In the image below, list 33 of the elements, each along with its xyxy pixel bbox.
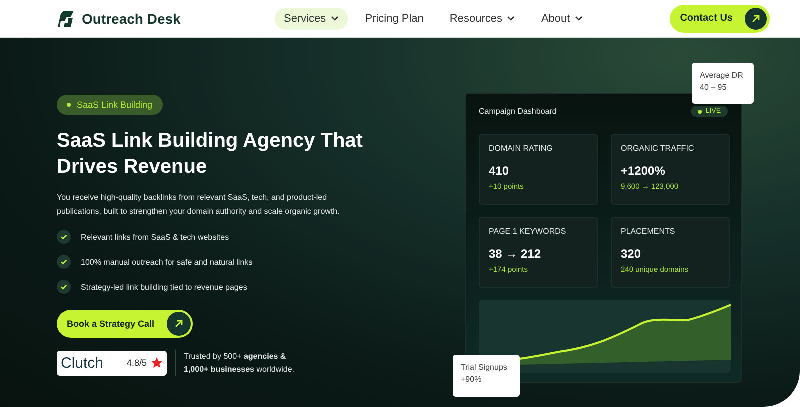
star-icon (151, 357, 163, 369)
feature-point: 100% manual outreach for safe and natural links (81, 258, 253, 266)
feature-point: Strategy-led link building tied to revenue pages (81, 282, 248, 292)
contact-button[interactable]: Contact Us (670, 4, 770, 32)
hero-heading: SaaS Link Building Agency That Drives Revenue (57, 129, 364, 180)
stat-value: 38 → 212 (489, 247, 542, 261)
rating-card: Clutch 4.8/5 (57, 350, 167, 376)
hero-description: You receive high-quality backlinks from relevant SaaS, tech, and product-led publications, built to strengthen your domain authority and scale organic growth. (57, 192, 341, 218)
stat-value: 410 (489, 164, 510, 178)
arrow-icon (751, 14, 761, 24)
feature-point: Relevant links from SaaS & tech websites (81, 232, 230, 242)
category-badge: SaaS Link Building (57, 95, 163, 115)
tooltip: Average DR 40 – 95 (692, 63, 754, 104)
logo-text: Outreach Desk (82, 10, 181, 26)
check-icon (57, 280, 71, 294)
stat-label: DOMAIN RATING (489, 144, 554, 153)
logo-icon (58, 10, 76, 28)
nav-link[interactable]: Pricing Plan (356, 8, 433, 30)
nav-link[interactable]: Resources (440, 8, 524, 30)
trust-text: Trusted by 500+ agencies & 1,000+ businesses worldwide. (175, 350, 312, 376)
nav-link[interactable]: Services (275, 8, 348, 30)
stat-label: ORGANIC TRAFFIC (621, 144, 696, 153)
stat-value: 320 (621, 247, 642, 261)
stat-value: +1200% (621, 164, 666, 178)
check-icon (57, 230, 71, 244)
tooltip: Trial Signups +90% (453, 355, 520, 397)
nav-link[interactable]: About (532, 8, 592, 30)
stat-label: PAGE 1 KEYWORDS (489, 227, 568, 236)
dashboard-title: Campaign Dashboard (479, 107, 557, 116)
arrow-icon (174, 319, 184, 329)
check-icon (57, 255, 71, 269)
strategy-call-button[interactable]: Book a Strategy Call (57, 310, 193, 338)
stat-label: PLACEMENTS (621, 227, 676, 236)
